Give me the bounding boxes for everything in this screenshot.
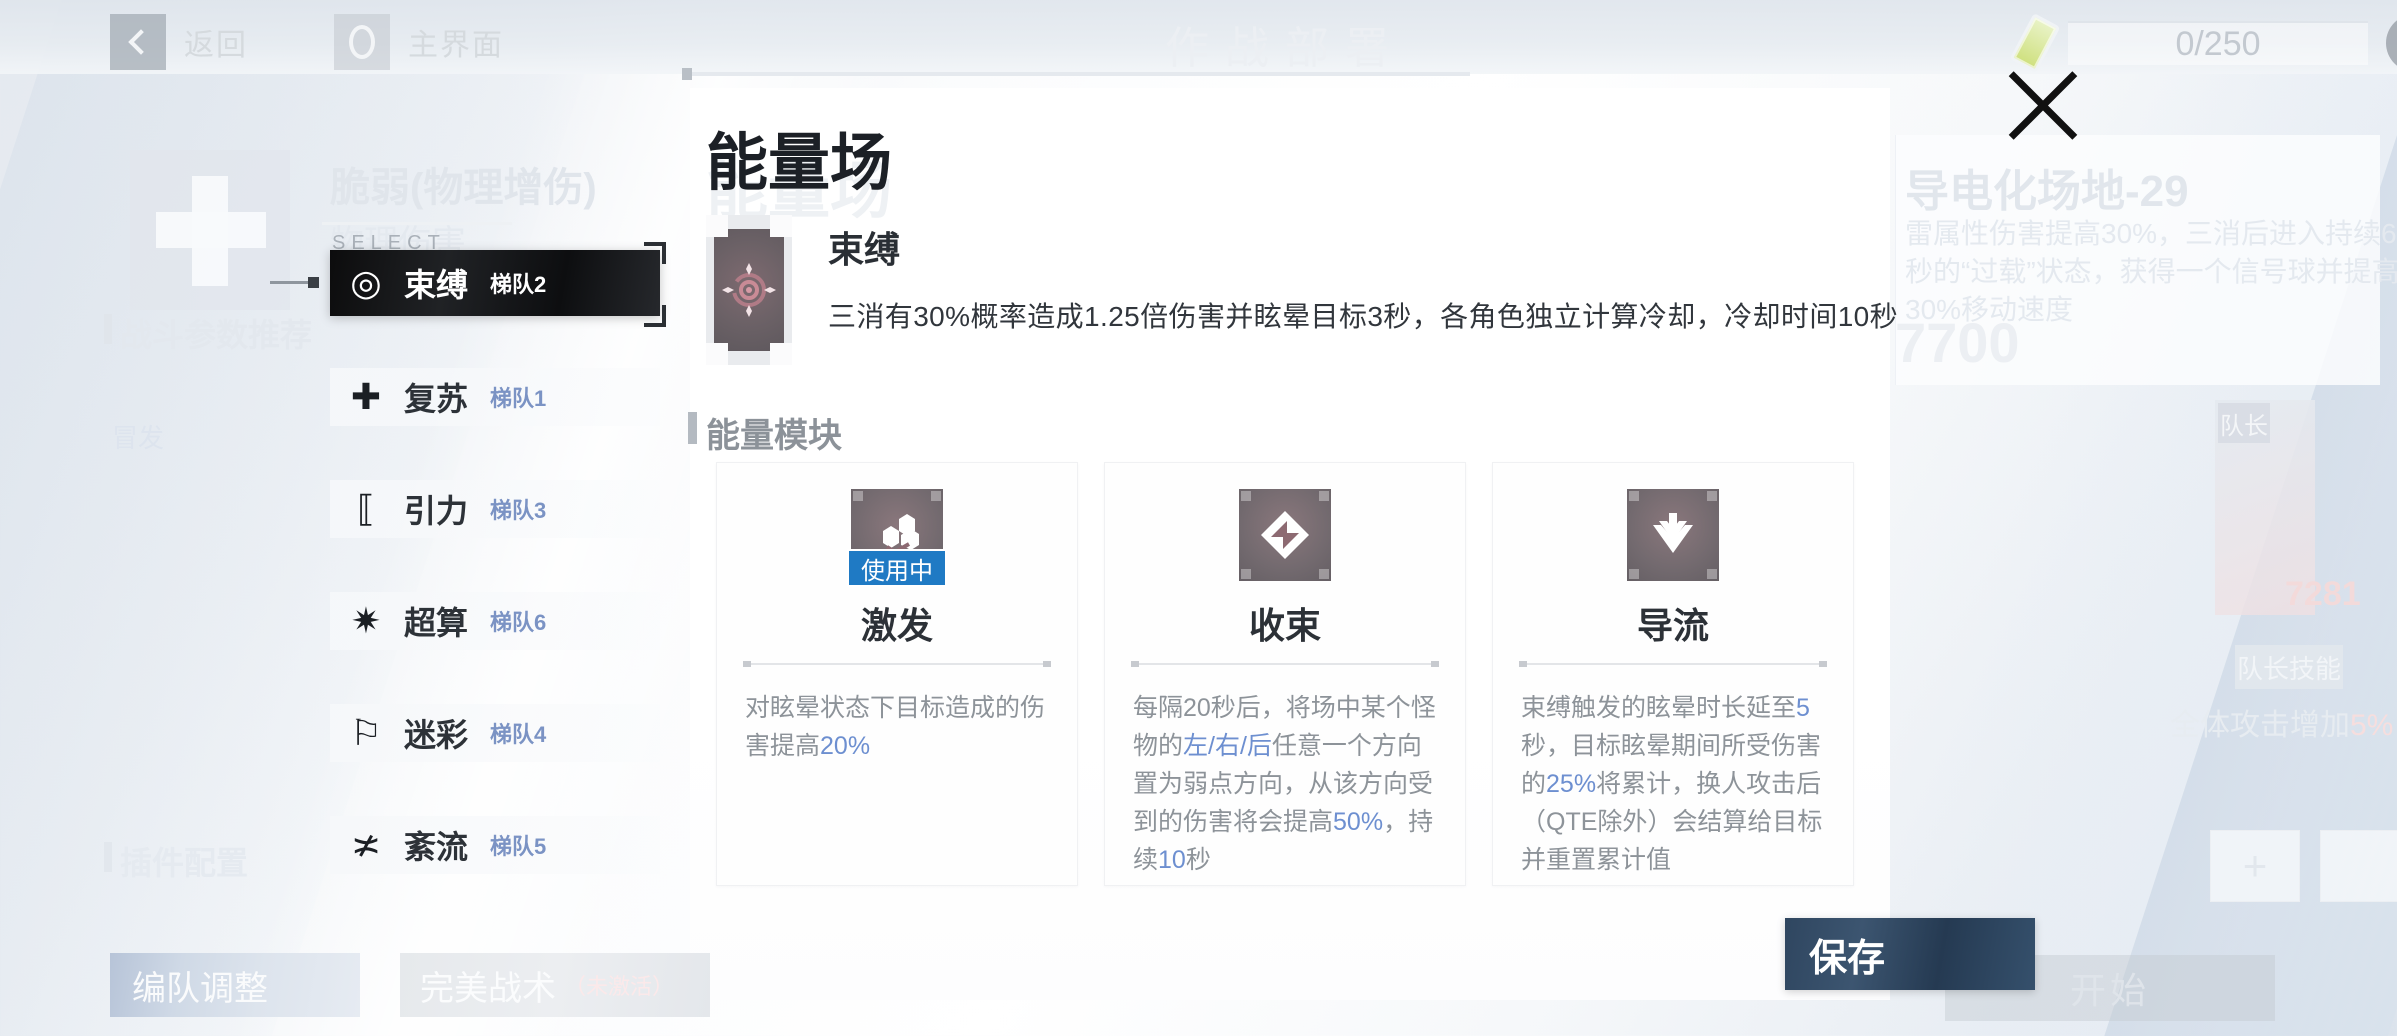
- background-left-heading: 脆弱(物理增伤): [330, 166, 597, 210]
- sidebar-item-team: 梯队4: [490, 722, 547, 747]
- perfect-tactic-label: 完美战术: [420, 969, 556, 1008]
- section-title-energy-module: 能量模块: [688, 408, 842, 457]
- sidebar-item-team: 梯队5: [490, 834, 547, 859]
- background-captain-skill-text: 全体攻击增加5%: [2170, 700, 2393, 744]
- module-description: 束缚触发的眩晕时长延至5秒，目标眩晕期间所受伤害的25%将累计，换人攻击后（QT…: [1521, 694, 1823, 874]
- title-rule: [682, 68, 1470, 80]
- module-description: 每隔20秒后，将场中某个怪物的左/右/后任意一个方向置为弱点方向，从该方向受到的…: [1133, 694, 1436, 874]
- module-card-shoushu[interactable]: 收束 每隔20秒后，将场中某个怪物的左/右/后任意一个方向置为弱点方向，从该方向…: [1104, 462, 1466, 886]
- sidebar-item-label: 迷彩: [404, 717, 469, 753]
- cross-plus-icon: ✚: [350, 376, 382, 417]
- home-button-label: 主界面: [408, 29, 504, 62]
- sidebar-item-wenliu[interactable]: ≭ 紊流 梯队5: [330, 816, 660, 874]
- divider: [743, 661, 1051, 667]
- sidebar-item-team: 梯队3: [490, 498, 547, 523]
- sidebar-item-label: 束缚: [404, 267, 469, 303]
- energy-module-cards: 使用中 激发 对眩晕状态下目标造成的伤害提高20% 收束 每隔20秒后，将场中某…: [716, 462, 1854, 886]
- team-adjust-button[interactable]: 编队调整: [110, 953, 360, 1017]
- page-title: 作战部署: [1165, 24, 1405, 73]
- energy-value: 0/250: [2175, 24, 2261, 63]
- down-chevron-shield-icon: [1627, 489, 1719, 581]
- home-button[interactable]: 主界面: [334, 14, 504, 70]
- camo-flag-icon: ⚐: [349, 712, 383, 753]
- module-name: 激发: [860, 605, 933, 646]
- circle-icon: [349, 25, 375, 59]
- save-button[interactable]: 保存: [1785, 918, 2035, 990]
- background-plus-icon: [130, 150, 290, 310]
- top-nav: 返回 主界面: [110, 14, 504, 70]
- perfect-tactic-state: （未激活）: [564, 974, 675, 999]
- energy-bar: 0/250: [2068, 21, 2368, 65]
- selection-bracket-bottom: [644, 305, 666, 327]
- select-list: ◎ 束缚 梯队2 ✚ 复苏 梯队1 ⟦ 引力 梯队3 ✷ 超算 梯队6 ⚐ 迷彩…: [270, 250, 660, 928]
- sidebar-item-micai[interactable]: ⚐ 迷彩 梯队4: [330, 704, 660, 762]
- sidebar-item-label: 引力: [404, 493, 469, 529]
- module-description: 对眩晕状态下目标造成的伤害提高20%: [745, 694, 1046, 760]
- sidebar-item-label: 紊流: [404, 829, 469, 865]
- module-name: 导流: [1636, 605, 1709, 646]
- divider: [1131, 661, 1439, 667]
- panel-title: 能量场: [706, 129, 893, 198]
- sidebar-item-shufu[interactable]: ◎ 束缚 梯队2: [270, 250, 660, 316]
- bind-target-icon: [706, 215, 792, 365]
- skill-description: 三消有30%概率造成1.25倍伤害并眩晕目标3秒，各角色独立计算冷却，冷却时间1…: [828, 301, 1899, 332]
- sidebar-item-team: 梯队6: [490, 610, 547, 635]
- selection-bracket-top: [644, 242, 666, 264]
- perfect-tactic-button[interactable]: 完美战术 （未激活）: [400, 953, 710, 1017]
- background-stage-title: 导电化场地-29: [1905, 167, 2189, 216]
- diamond-fold-icon: [1239, 489, 1331, 581]
- background-section-plugin-config: 插件配置: [103, 838, 248, 884]
- background-section-combat-params: 战斗参数推荐: [103, 310, 312, 356]
- skill-name: 束缚: [828, 229, 901, 270]
- target-ring-icon: ◎: [350, 262, 382, 303]
- status-badge: 使用中: [849, 551, 945, 585]
- sidebar-item-yinli[interactable]: ⟦ 引力 梯队3: [330, 480, 660, 538]
- module-name: 收束: [1248, 605, 1321, 646]
- sidebar-item-label: 复苏: [404, 381, 469, 417]
- background-plugin-slot-2: [2320, 830, 2397, 902]
- back-button-label: 返回: [184, 29, 248, 62]
- exclamation-icon[interactable]: !: [2386, 14, 2397, 72]
- divider: [1519, 661, 1827, 667]
- sidebar-item-team: 梯队2: [490, 272, 547, 297]
- selected-skill-detail: 束缚 三消有30%概率造成1.25倍伤害并眩晕目标3秒，各角色独立计算冷却，冷却…: [706, 215, 1898, 365]
- back-button-box[interactable]: [110, 14, 166, 70]
- background-plugin-slot-1: +: [2210, 830, 2300, 902]
- background-right-panel: [1895, 135, 2380, 385]
- home-button-box[interactable]: [334, 14, 390, 70]
- background-chip: 冒发: [112, 423, 165, 453]
- back-button[interactable]: 返回: [110, 14, 248, 70]
- background-captain-skill-button: 队长技能: [2235, 645, 2343, 689]
- captain-skill-prefix: 全体攻击增加: [2170, 709, 2350, 742]
- module-card-daoliu[interactable]: 导流 束缚触发的眩晕时长延至5秒，目标眩晕期间所受伤害的25%将累计，换人攻击后…: [1492, 462, 1854, 886]
- sidebar-item-fusu[interactable]: ✚ 复苏 梯队1: [330, 368, 660, 426]
- sidebar-item-label: 超算: [404, 605, 469, 641]
- background-power-number: 7700: [1895, 311, 2020, 374]
- turbulence-icon: ≭: [350, 824, 382, 865]
- background-captain-hp: 7281: [2285, 575, 2361, 613]
- background-character-portrait: [2215, 400, 2315, 615]
- chevron-left-icon: [128, 29, 154, 55]
- captain-skill-value: 5%: [2350, 709, 2394, 742]
- hex-burst-icon: ✷: [350, 600, 382, 641]
- background-stage-desc: 雷属性伤害提高30%，三消后进入持续6秒的“过载”状态，获得一个信号球并提高30…: [1905, 218, 2397, 325]
- gravity-bracket-icon: ⟦: [357, 488, 375, 529]
- close-icon[interactable]: [2000, 62, 2086, 148]
- sidebar-item-team: 梯队1: [490, 386, 547, 411]
- sidebar-item-chaosuan[interactable]: ✷ 超算 梯队6: [330, 592, 660, 650]
- background-captain-tag: 队长: [2218, 403, 2270, 443]
- hex-cluster-icon: 使用中: [849, 489, 945, 585]
- module-card-jifa[interactable]: 使用中 激发 对眩晕状态下目标造成的伤害提高20%: [716, 462, 1078, 886]
